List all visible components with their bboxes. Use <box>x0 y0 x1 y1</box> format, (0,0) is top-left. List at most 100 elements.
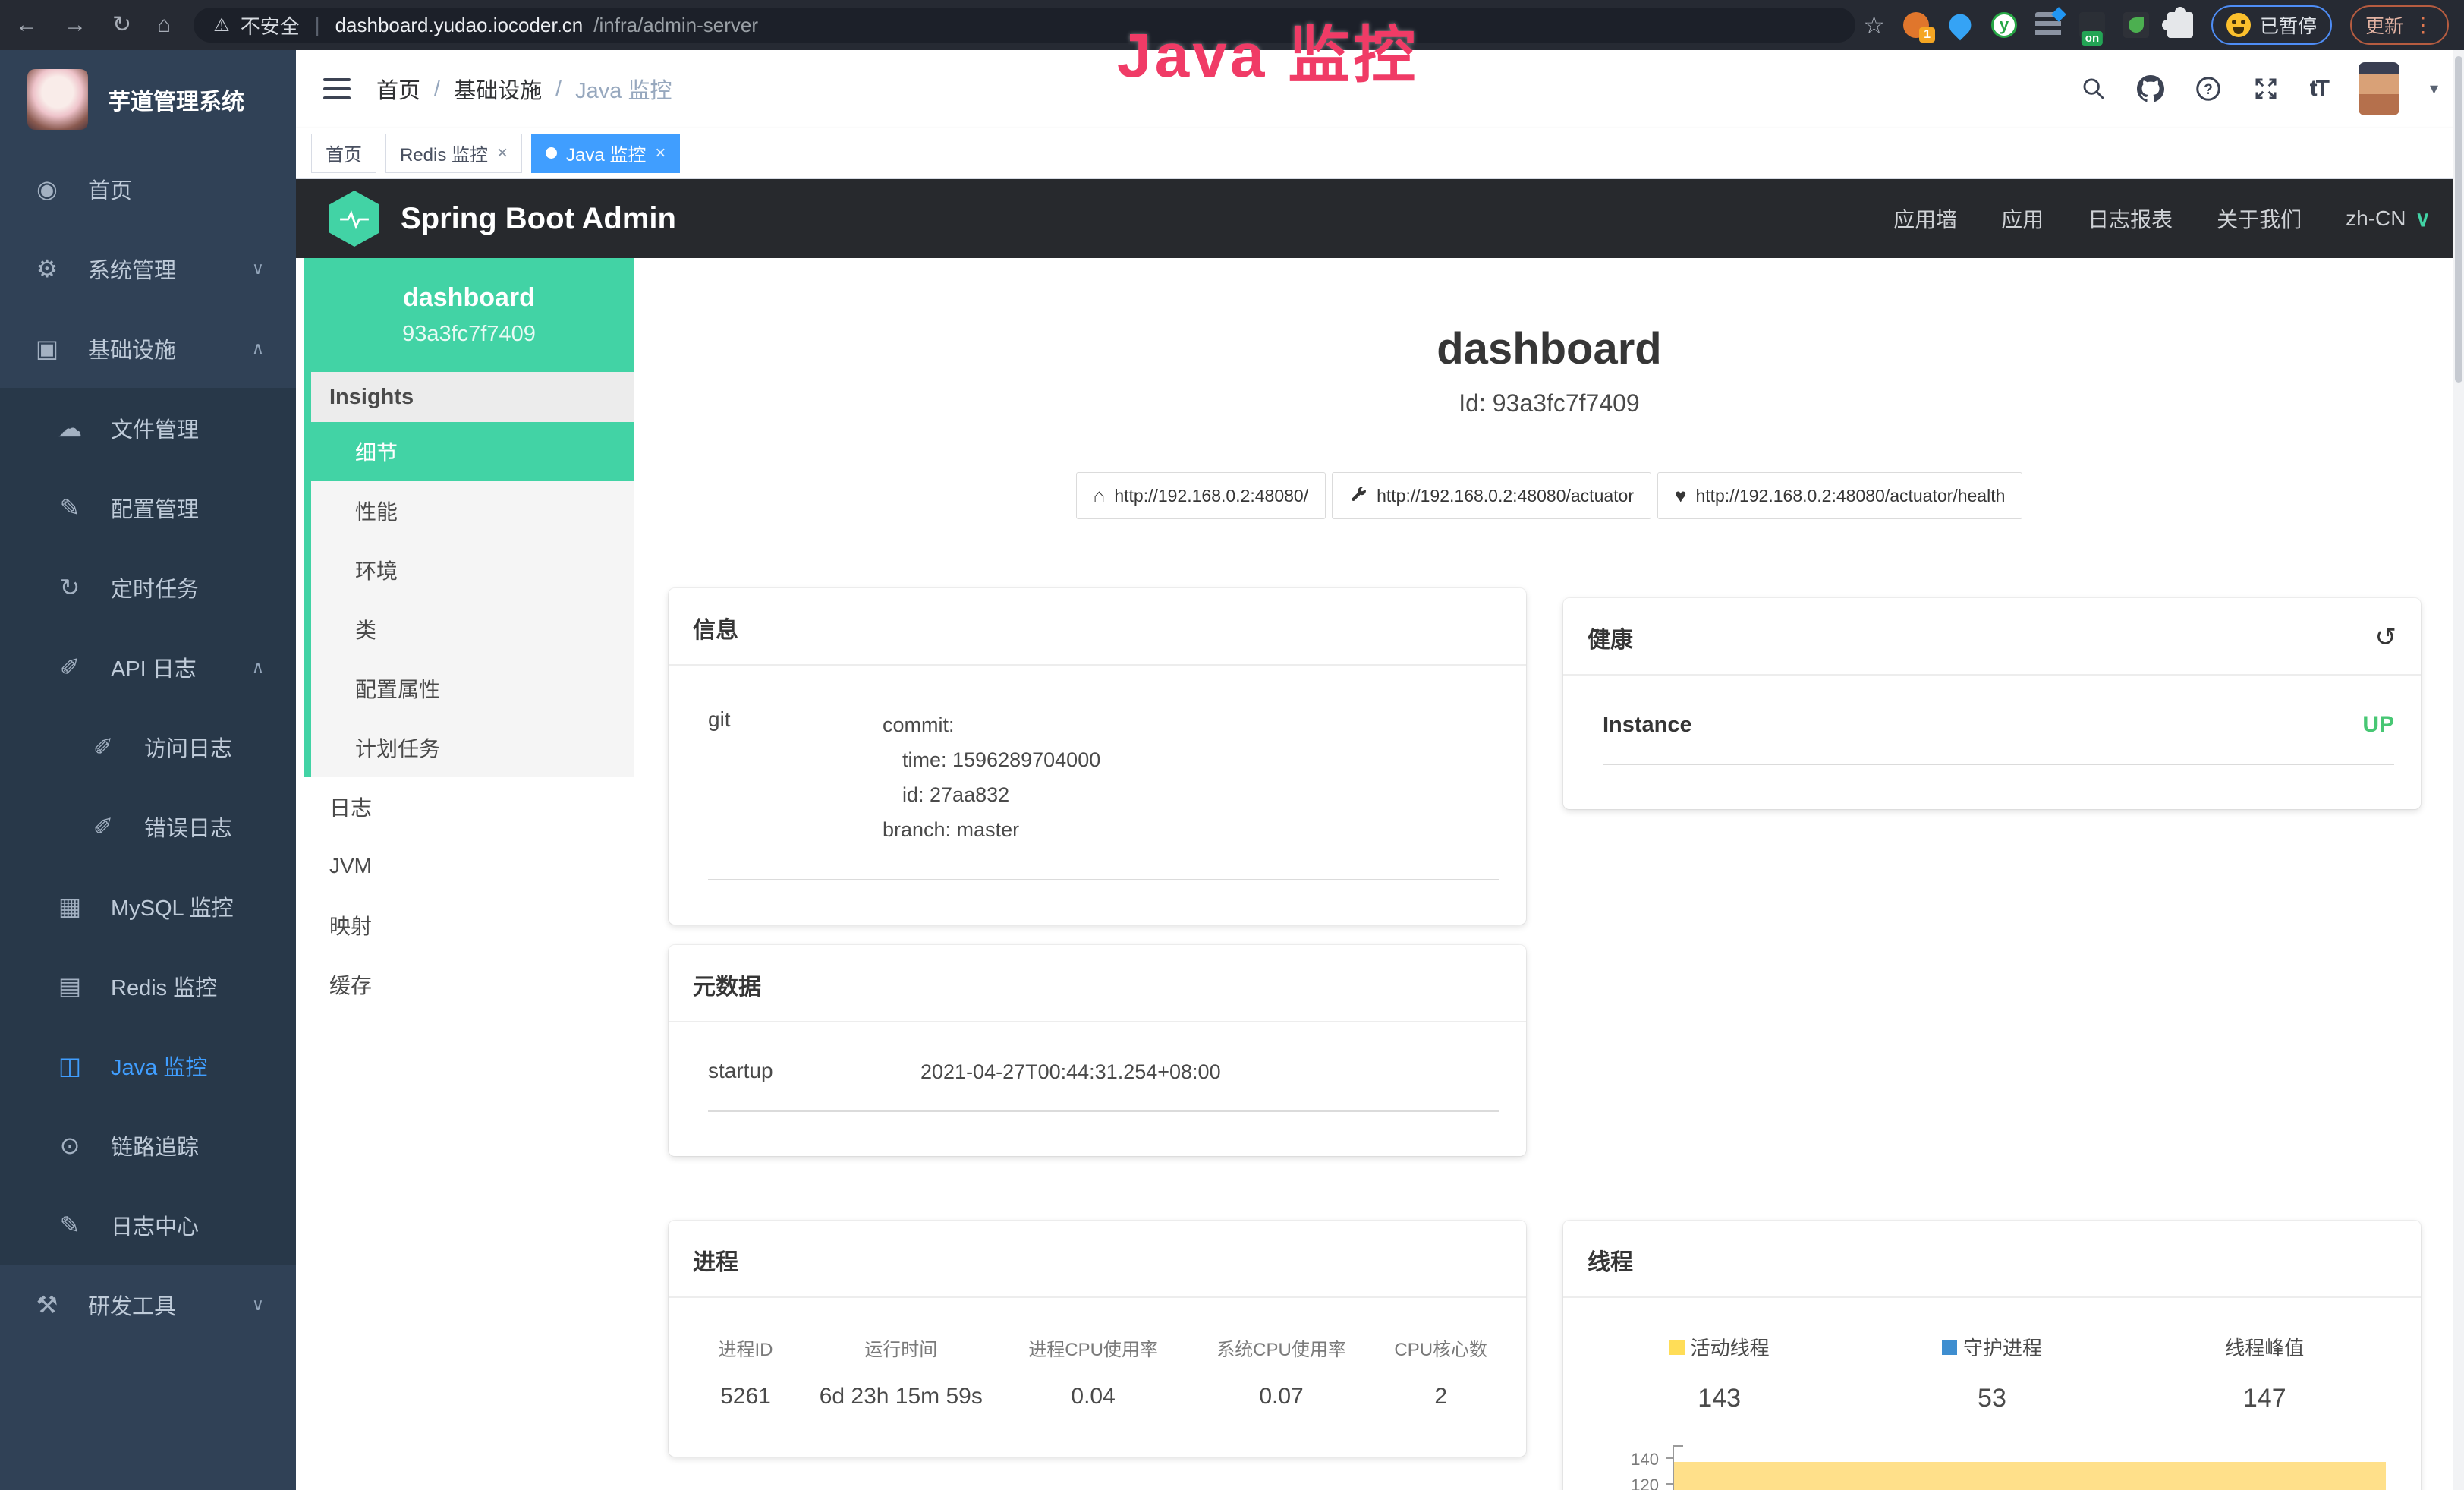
browser-update-chip[interactable]: 更新 ⋮ <box>2350 5 2449 45</box>
extension-icon-y[interactable]: y <box>1991 12 2017 38</box>
sidebar-item-config-mgmt[interactable]: ✎ 配置管理 <box>0 468 296 547</box>
close-icon[interactable]: × <box>655 143 666 164</box>
extensions-puzzle-icon[interactable] <box>2167 12 2193 38</box>
legend-value: 53 <box>1855 1384 2128 1413</box>
url-path[interactable]: /infra/admin-server <box>593 14 758 37</box>
threads-chart: 140 120 100 <box>1583 1444 2401 1490</box>
sidebar-item-label: 研发工具 <box>88 1289 176 1321</box>
threads-card-header: 线程 <box>1563 1221 2421 1298</box>
sidebar-item-infra[interactable]: ▣ 基础设施 ∧ <box>0 308 296 388</box>
sidebar-item-java-monitor[interactable]: ◫ Java 监控 <box>0 1025 296 1105</box>
history-icon[interactable]: ↺ <box>2375 625 2397 650</box>
tab-redis-monitor[interactable]: Redis 监控 × <box>385 134 522 173</box>
tab-java-monitor[interactable]: Java 监控 × <box>531 134 680 173</box>
metadata-row-value: 2021-04-27T00:44:31.254+08:00 <box>920 1059 1221 1085</box>
sba-nav-wallboard[interactable]: 应用墙 <box>1893 203 1957 234</box>
url-host[interactable]: dashboard.yudao.iocoder.cn <box>335 14 584 37</box>
sba-item-logs[interactable]: 日志 <box>304 777 634 836</box>
page-scrollbar[interactable] <box>2453 50 2464 1490</box>
extension-icon-grid[interactable] <box>2035 12 2061 38</box>
font-size-icon[interactable]: tT <box>2310 76 2328 102</box>
github-icon[interactable] <box>2137 75 2164 102</box>
update-label: 更新 <box>2365 11 2403 39</box>
info-row-value: commit: time: 1596289704000 id: 27aa832 … <box>883 707 1100 847</box>
sba-item-details[interactable]: 细节 <box>311 422 634 481</box>
tab-home[interactable]: 首页 <box>311 134 376 173</box>
extension-icon-switch[interactable]: on <box>2079 12 2105 38</box>
metadata-card: 元数据 startup 2021-04-27T00:44:31.254+08:0… <box>669 945 1526 1156</box>
security-label[interactable]: 不安全 <box>241 11 300 39</box>
avatar[interactable] <box>2359 62 2399 115</box>
browser-menu-icon[interactable]: ⋮ <box>2412 14 2434 36</box>
extension-icon-leaf[interactable] <box>2123 12 2149 38</box>
sba-item-environment[interactable]: 环境 <box>311 540 634 600</box>
app-logo-row[interactable]: 芋道管理系统 <box>0 50 296 149</box>
fullscreen-icon[interactable] <box>2252 75 2280 102</box>
actuator-url-button[interactable]: http://192.168.0.2:48080/actuator <box>1332 472 1651 519</box>
close-icon[interactable]: × <box>497 143 508 164</box>
sba-nav-applications[interactable]: 应用 <box>2001 203 2044 234</box>
gear-icon: ⚙ <box>32 254 62 283</box>
sidebar-item-system[interactable]: ⚙ 系统管理 ∨ <box>0 228 296 308</box>
breadcrumb-home[interactable]: 首页 <box>376 73 420 105</box>
breadcrumb-infra[interactable]: 基础设施 <box>454 73 542 105</box>
status-badge: UP <box>2362 712 2394 738</box>
sba-item-classes[interactable]: 类 <box>311 600 634 659</box>
back-icon[interactable]: ← <box>15 14 38 36</box>
value-uptime: 6d 23h 15m 59s <box>803 1384 999 1410</box>
sba-locale-select[interactable]: zh-CN ∨ <box>2346 206 2431 232</box>
home-icon[interactable]: ⌂ <box>157 14 171 36</box>
sidebar-item-scheduled-tasks[interactable]: ↻ 定时任务 <box>0 547 296 627</box>
sidebar-item-file-mgmt[interactable]: ☁ 文件管理 <box>0 388 296 468</box>
sidebar-item-log-center[interactable]: ✎ 日志中心 <box>0 1185 296 1265</box>
sba-item-scheduled[interactable]: 计划任务 <box>311 718 634 777</box>
sba-nav-about[interactable]: 关于我们 <box>2217 203 2302 234</box>
sidebar-item-home[interactable]: ◉ 首页 <box>0 149 296 228</box>
sidebar-item-error-log[interactable]: ✐ 错误日志 <box>0 786 296 866</box>
sidebar-item-dev-tools[interactable]: ⚒ 研发工具 ∨ <box>0 1265 296 1344</box>
forward-icon[interactable]: → <box>64 14 87 36</box>
tick-mark <box>1666 1483 1674 1485</box>
chevron-down-icon: ∨ <box>2415 206 2431 232</box>
reload-icon[interactable]: ↻ <box>112 14 131 36</box>
extension-icon-orange[interactable]: 1 <box>1903 12 1929 38</box>
sba-brand-title[interactable]: Spring Boot Admin <box>401 202 676 236</box>
sidebar-item-mysql-monitor[interactable]: ▦ MySQL 监控 <box>0 866 296 946</box>
sidebar-item-tracing[interactable]: ⊙ 链路追踪 <box>0 1105 296 1185</box>
security-warning-icon[interactable]: ⚠ <box>213 14 230 36</box>
service-url-button[interactable]: ⌂ http://192.168.0.2:48080/ <box>1076 472 1326 519</box>
sba-instance-header[interactable]: dashboard 93a3fc7f7409 <box>304 258 634 372</box>
profile-avatar-emoji <box>2226 13 2251 37</box>
live-threads-area-series <box>1674 1462 2386 1490</box>
sba-item-mappings[interactable]: 映射 <box>304 896 634 955</box>
col-header-pid: 进程ID <box>688 1334 803 1361</box>
sba-item-caches[interactable]: 缓存 <box>304 955 634 1014</box>
search-icon[interactable] <box>2081 76 2107 102</box>
sba-header: Spring Boot Admin 应用墙 应用 日志报表 关于我们 zh-CN… <box>296 179 2464 258</box>
layers-icon: ▤ <box>55 972 85 1000</box>
sba-item-config-props[interactable]: 配置属性 <box>311 659 634 718</box>
git-id-line: id: 27aa832 <box>883 777 1100 812</box>
instance-id-line: Id: 93a3fc7f7409 <box>634 389 2464 417</box>
info-card-header: 信息 <box>669 588 1526 666</box>
sidebar-item-access-log[interactable]: ✐ 访问日志 <box>0 707 296 786</box>
scrollbar-thumb[interactable] <box>2455 56 2462 383</box>
sidebar-item-api-log[interactable]: ✐ API 日志 ∧ <box>0 627 296 707</box>
sba-nav-journal[interactable]: 日志报表 <box>2088 203 2173 234</box>
bookmark-star-icon[interactable]: ☆ <box>1863 11 1885 39</box>
extension-icon-pin[interactable] <box>1945 10 1976 41</box>
card-title: 进程 <box>693 1243 738 1277</box>
profile-paused-chip[interactable]: 已暂停 <box>2211 5 2332 45</box>
sidebar-item-label: Java 监控 <box>111 1050 207 1082</box>
sidebar-collapse-icon[interactable] <box>323 78 351 99</box>
tick-mark <box>1666 1457 1674 1459</box>
sba-item-jvm[interactable]: JVM <box>304 836 634 896</box>
health-url-button[interactable]: ♥ http://192.168.0.2:48080/actuator/heal… <box>1657 472 2022 519</box>
address-bar[interactable]: ⚠ 不安全 | dashboard.yudao.iocoder.cn/infra… <box>194 8 1855 43</box>
sidebar-item-redis-monitor[interactable]: ▤ Redis 监控 <box>0 946 296 1025</box>
help-icon[interactable]: ? <box>2195 75 2222 102</box>
avatar-caret-icon[interactable]: ▾ <box>2430 79 2438 99</box>
spring-boot-admin-logo-icon[interactable] <box>329 191 379 247</box>
sba-item-metrics[interactable]: 性能 <box>311 481 634 540</box>
log-icon: ✐ <box>55 653 85 682</box>
